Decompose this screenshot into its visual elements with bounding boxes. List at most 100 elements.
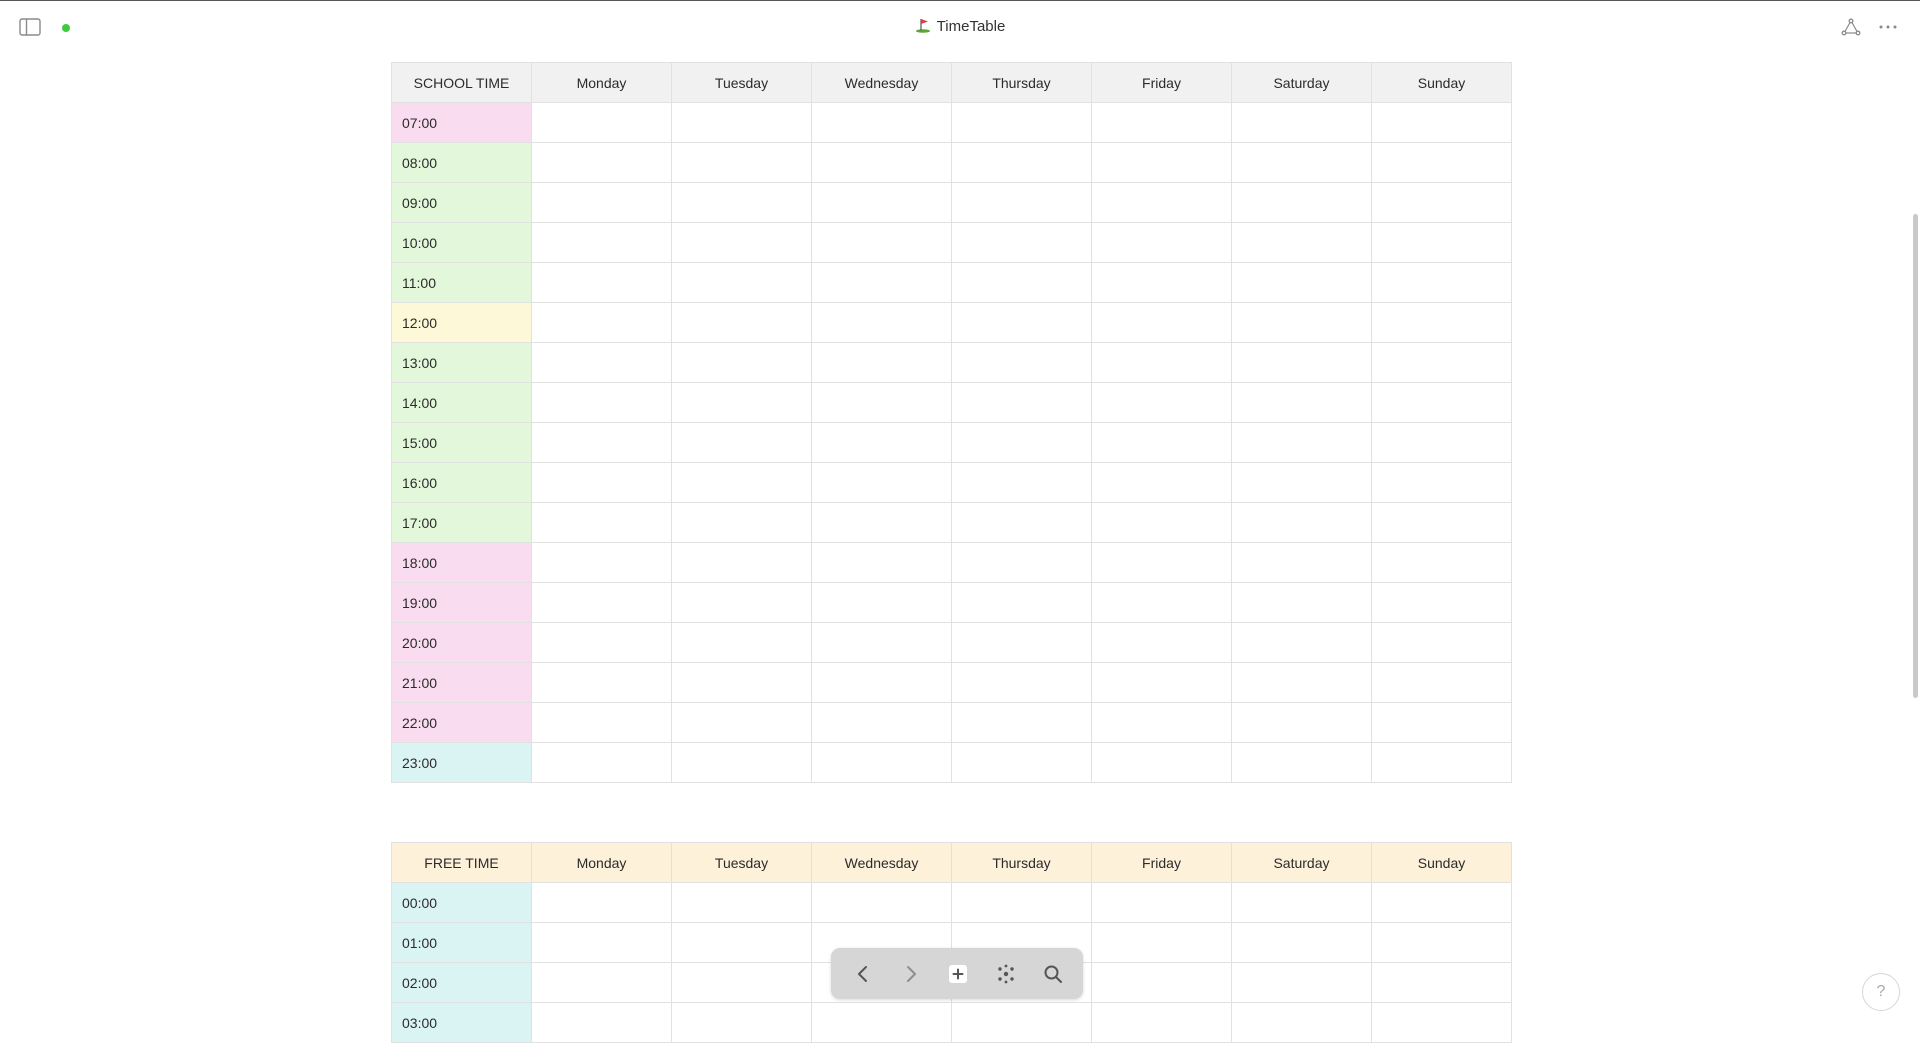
schedule-cell[interactable] bbox=[671, 662, 812, 703]
schedule-cell[interactable] bbox=[671, 302, 812, 343]
schedule-cell[interactable] bbox=[951, 742, 1092, 783]
schedule-cell[interactable] bbox=[1091, 622, 1232, 663]
schedule-cell[interactable] bbox=[531, 502, 672, 543]
schedule-cell[interactable] bbox=[1231, 582, 1372, 623]
schedule-cell[interactable] bbox=[671, 422, 812, 463]
schedule-cell[interactable] bbox=[1371, 542, 1512, 583]
schedule-cell[interactable] bbox=[671, 382, 812, 423]
schedule-cell[interactable] bbox=[811, 182, 952, 223]
schedule-cell[interactable] bbox=[671, 262, 812, 303]
schedule-cell[interactable] bbox=[531, 102, 672, 143]
schedule-cell[interactable] bbox=[531, 582, 672, 623]
schedule-cell[interactable] bbox=[811, 222, 952, 263]
schedule-cell[interactable] bbox=[951, 382, 1092, 423]
schedule-cell[interactable] bbox=[1371, 462, 1512, 503]
schedule-cell[interactable] bbox=[531, 662, 672, 703]
schedule-cell[interactable] bbox=[1371, 622, 1512, 663]
schedule-cell[interactable] bbox=[1091, 882, 1232, 923]
schedule-cell[interactable] bbox=[811, 462, 952, 503]
schedule-cell[interactable] bbox=[1371, 142, 1512, 183]
schedule-cell[interactable] bbox=[1091, 922, 1232, 963]
schedule-cell[interactable] bbox=[1091, 702, 1232, 743]
schedule-cell[interactable] bbox=[1231, 962, 1372, 1003]
schedule-cell[interactable] bbox=[671, 882, 812, 923]
schedule-cell[interactable] bbox=[951, 182, 1092, 223]
schedule-cell[interactable] bbox=[1231, 382, 1372, 423]
schedule-cell[interactable] bbox=[671, 142, 812, 183]
schedule-cell[interactable] bbox=[1371, 102, 1512, 143]
schedule-cell[interactable] bbox=[951, 702, 1092, 743]
schedule-cell[interactable] bbox=[671, 462, 812, 503]
schedule-cell[interactable] bbox=[811, 262, 952, 303]
schedule-cell[interactable] bbox=[531, 262, 672, 303]
schedule-cell[interactable] bbox=[671, 702, 812, 743]
schedule-cell[interactable] bbox=[1231, 302, 1372, 343]
schedule-cell[interactable] bbox=[1231, 662, 1372, 703]
schedule-cell[interactable] bbox=[531, 882, 672, 923]
schedule-cell[interactable] bbox=[1091, 962, 1232, 1003]
schedule-cell[interactable] bbox=[811, 422, 952, 463]
schedule-cell[interactable] bbox=[1371, 702, 1512, 743]
schedule-cell[interactable] bbox=[531, 462, 672, 503]
schedule-cell[interactable] bbox=[531, 422, 672, 463]
schedule-cell[interactable] bbox=[1091, 1002, 1232, 1043]
search-icon[interactable] bbox=[1041, 962, 1065, 986]
schedule-cell[interactable] bbox=[1231, 742, 1372, 783]
schedule-cell[interactable] bbox=[531, 922, 672, 963]
forward-icon[interactable] bbox=[899, 962, 923, 986]
schedule-cell[interactable] bbox=[1091, 502, 1232, 543]
schedule-cell[interactable] bbox=[1231, 142, 1372, 183]
schedule-cell[interactable] bbox=[1091, 462, 1232, 503]
schedule-cell[interactable] bbox=[531, 382, 672, 423]
new-note-icon[interactable] bbox=[946, 962, 970, 986]
schedule-cell[interactable] bbox=[671, 962, 812, 1003]
schedule-cell[interactable] bbox=[1231, 502, 1372, 543]
vertical-scrollbar[interactable] bbox=[1913, 214, 1918, 698]
schedule-cell[interactable] bbox=[1091, 342, 1232, 383]
schedule-cell[interactable] bbox=[1231, 922, 1372, 963]
schedule-cell[interactable] bbox=[1371, 382, 1512, 423]
schedule-cell[interactable] bbox=[1371, 302, 1512, 343]
schedule-cell[interactable] bbox=[671, 102, 812, 143]
schedule-cell[interactable] bbox=[531, 182, 672, 223]
schedule-cell[interactable] bbox=[1091, 662, 1232, 703]
schedule-cell[interactable] bbox=[951, 462, 1092, 503]
graph-view-icon[interactable] bbox=[994, 962, 1018, 986]
schedule-cell[interactable] bbox=[1371, 1002, 1512, 1043]
schedule-cell[interactable] bbox=[531, 142, 672, 183]
schedule-cell[interactable] bbox=[1231, 462, 1372, 503]
schedule-cell[interactable] bbox=[1371, 582, 1512, 623]
schedule-cell[interactable] bbox=[951, 222, 1092, 263]
schedule-cell[interactable] bbox=[671, 582, 812, 623]
schedule-cell[interactable] bbox=[1371, 742, 1512, 783]
schedule-cell[interactable] bbox=[531, 222, 672, 263]
schedule-cell[interactable] bbox=[1231, 542, 1372, 583]
schedule-cell[interactable] bbox=[1231, 262, 1372, 303]
schedule-cell[interactable] bbox=[951, 142, 1092, 183]
back-icon[interactable] bbox=[851, 962, 875, 986]
schedule-cell[interactable] bbox=[671, 1002, 812, 1043]
schedule-cell[interactable] bbox=[671, 742, 812, 783]
schedule-cell[interactable] bbox=[1091, 382, 1232, 423]
schedule-cell[interactable] bbox=[1231, 342, 1372, 383]
schedule-cell[interactable] bbox=[811, 882, 952, 923]
schedule-cell[interactable] bbox=[1231, 222, 1372, 263]
schedule-cell[interactable] bbox=[811, 502, 952, 543]
schedule-cell[interactable] bbox=[811, 542, 952, 583]
schedule-cell[interactable] bbox=[1371, 662, 1512, 703]
schedule-cell[interactable] bbox=[531, 962, 672, 1003]
schedule-cell[interactable] bbox=[1091, 422, 1232, 463]
schedule-cell[interactable] bbox=[811, 662, 952, 703]
schedule-cell[interactable] bbox=[951, 102, 1092, 143]
schedule-cell[interactable] bbox=[811, 622, 952, 663]
schedule-cell[interactable] bbox=[951, 502, 1092, 543]
schedule-cell[interactable] bbox=[1231, 182, 1372, 223]
schedule-cell[interactable] bbox=[811, 582, 952, 623]
schedule-cell[interactable] bbox=[951, 262, 1092, 303]
schedule-cell[interactable] bbox=[811, 1002, 952, 1043]
schedule-cell[interactable] bbox=[1371, 182, 1512, 223]
schedule-cell[interactable] bbox=[1371, 962, 1512, 1003]
schedule-cell[interactable] bbox=[951, 542, 1092, 583]
schedule-cell[interactable] bbox=[1091, 102, 1232, 143]
schedule-cell[interactable] bbox=[811, 742, 952, 783]
